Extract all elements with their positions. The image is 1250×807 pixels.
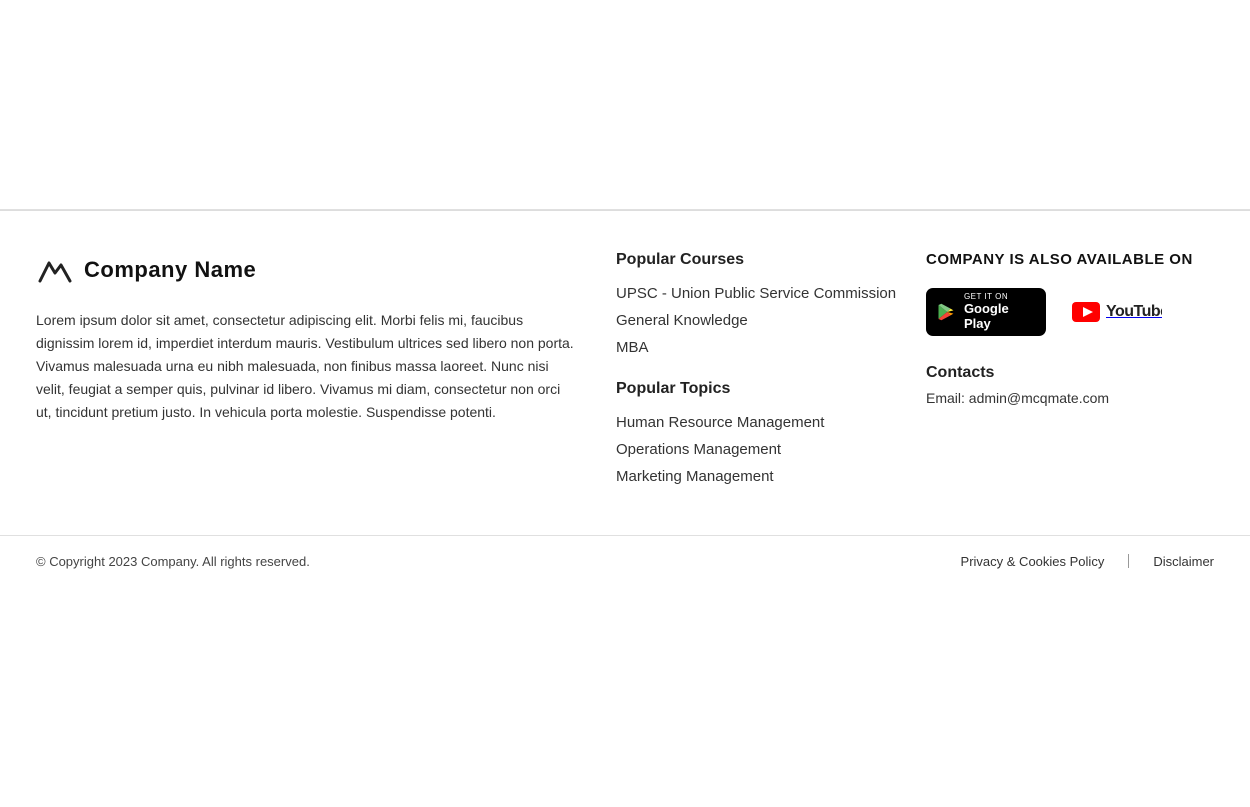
contacts-title: Contacts: [926, 364, 1214, 382]
contacts-email-label: Email:: [926, 390, 965, 406]
popular-courses-title: Popular Courses: [616, 251, 906, 269]
course-link-upsc[interactable]: UPSC - Union Public Service Commission: [616, 285, 906, 302]
youtube-inner: YouTube: [1062, 298, 1162, 326]
topic-link-hrm[interactable]: Human Resource Management: [616, 414, 906, 431]
course-link-mba[interactable]: MBA: [616, 339, 906, 356]
top-area: [0, 0, 1250, 210]
footer-main: Company Name Lorem ipsum dolor sit amet,…: [0, 210, 1250, 535]
google-play-name: Google Play: [964, 302, 1032, 332]
footer-copyright: © Copyright 2023 Company. All rights res…: [36, 554, 310, 569]
google-play-text: GET IT ON Google Play: [964, 292, 1032, 331]
footer-available-column: COMPANY IS ALSO AVAILABLE ON GET IT ON G…: [926, 251, 1214, 495]
youtube-play-icon: [1072, 302, 1100, 322]
google-play-badge[interactable]: GET IT ON Google Play: [926, 288, 1046, 336]
footer-bottom: © Copyright 2023 Company. All rights res…: [0, 535, 1250, 587]
privacy-policy-link[interactable]: Privacy & Cookies Policy: [961, 554, 1105, 569]
brand-icon: [36, 251, 74, 289]
available-title: COMPANY IS ALSO AVAILABLE ON: [926, 251, 1214, 268]
popular-topics-title: Popular Topics: [616, 380, 906, 398]
contacts-email-address[interactable]: admin@mcqmate.com: [969, 390, 1109, 406]
footer-legal-links: Privacy & Cookies Policy Disclaimer: [961, 554, 1214, 569]
footer-brand-column: Company Name Lorem ipsum dolor sit amet,…: [36, 251, 616, 495]
topic-link-operations[interactable]: Operations Management: [616, 441, 906, 458]
contacts-email: Email: admin@mcqmate.com: [926, 390, 1214, 406]
brand-description: Lorem ipsum dolor sit amet, consectetur …: [36, 309, 576, 424]
brand-name: Company Name: [84, 257, 256, 283]
course-link-general-knowledge[interactable]: General Knowledge: [616, 312, 906, 329]
disclaimer-link[interactable]: Disclaimer: [1153, 554, 1214, 569]
youtube-badge[interactable]: YouTube: [1062, 288, 1162, 336]
google-play-icon: [936, 301, 956, 323]
divider: [1128, 554, 1129, 568]
topic-link-marketing[interactable]: Marketing Management: [616, 468, 906, 485]
brand-logo: Company Name: [36, 251, 576, 289]
youtube-wordmark: YouTube: [1106, 303, 1162, 321]
footer-links-column: Popular Courses UPSC - Union Public Serv…: [616, 251, 926, 495]
below-footer: [0, 587, 1250, 807]
store-badges: GET IT ON Google Play YouTube: [926, 288, 1214, 336]
